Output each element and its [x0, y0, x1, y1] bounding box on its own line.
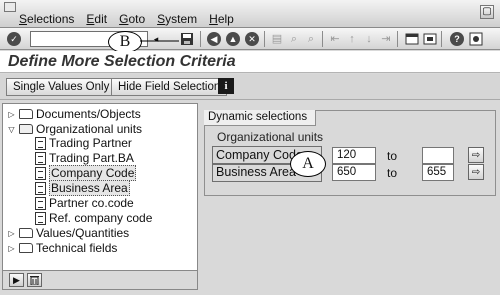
- document-icon: [35, 166, 46, 180]
- document-icon: [35, 211, 46, 225]
- business-area-label: Business Area: [216, 165, 296, 179]
- layout-menu-icon[interactable]: [468, 31, 484, 47]
- tree-node-org-units[interactable]: ▽ Organizational units: [7, 122, 142, 136]
- menu-selections[interactable]: Selections: [18, 12, 75, 26]
- to-label: to: [387, 166, 398, 180]
- tree-leaf-company-code[interactable]: Company Code: [35, 165, 137, 181]
- to-label: to: [387, 149, 398, 163]
- help-icon[interactable]: ?: [449, 31, 465, 47]
- multiple-selection-arrow-icon[interactable]: ⇨: [468, 164, 484, 180]
- delete-trash-icon[interactable]: [27, 273, 42, 287]
- next-page-icon[interactable]: ↓: [361, 31, 377, 47]
- document-icon: [35, 151, 46, 165]
- exit-icon[interactable]: ▲: [225, 31, 241, 47]
- enter-check-icon[interactable]: ✓: [6, 31, 22, 47]
- open-folder-icon: [19, 124, 33, 134]
- expand-icon[interactable]: ▷: [7, 244, 16, 253]
- hide-field-selection-button[interactable]: Hide Field Selection: [111, 78, 228, 96]
- transfer-arrow-icon[interactable]: ▶: [9, 273, 24, 287]
- callout-a: A: [290, 151, 326, 177]
- title-bar: Define More Selection Criteria: [0, 51, 500, 73]
- expand-icon[interactable]: ▷: [7, 110, 16, 119]
- tree-leaf-business-area[interactable]: Business Area: [35, 180, 130, 196]
- callout-b: B: [108, 31, 142, 53]
- menu-goto[interactable]: Goto: [118, 12, 146, 26]
- tree-node-documents[interactable]: ▷ Documents/Objects: [7, 107, 140, 121]
- info-icon[interactable]: i: [218, 78, 234, 94]
- folder-icon: [19, 109, 33, 119]
- business-area-to-input[interactable]: 655: [422, 164, 454, 181]
- first-page-icon[interactable]: ⇤: [327, 31, 343, 47]
- document-icon: [35, 136, 46, 150]
- tree-node-values-quantities[interactable]: ▷ Values/Quantities: [7, 226, 129, 240]
- save-icon[interactable]: [179, 31, 195, 47]
- menu-edit[interactable]: Edit: [85, 12, 108, 26]
- find-icon[interactable]: ⌕: [286, 31, 302, 47]
- folder-icon: [19, 228, 33, 238]
- tree-leaf-ref-company-code[interactable]: Ref. company code: [35, 211, 152, 225]
- single-values-only-button[interactable]: Single Values Only: [6, 78, 117, 96]
- menu-system[interactable]: System: [156, 12, 198, 26]
- tree-leaf-trading-part-ba[interactable]: Trading Part.BA: [35, 151, 134, 165]
- expand-icon[interactable]: ▷: [7, 229, 16, 238]
- document-icon: [35, 181, 46, 195]
- application-toolbar: Single Values Only Hide Field Selection …: [0, 74, 500, 100]
- company-code-to-input[interactable]: [422, 147, 454, 164]
- window-control-icon[interactable]: ▢: [480, 5, 494, 19]
- tree-node-technical-fields[interactable]: ▷ Technical fields: [7, 241, 117, 255]
- shortcut-icon[interactable]: [422, 31, 438, 47]
- field-tree-panel: ▷ Documents/Objects ▽ Organizational uni…: [2, 103, 198, 290]
- document-icon: [35, 196, 46, 210]
- menu-help[interactable]: Help: [208, 12, 235, 26]
- business-area-row: Business Area 650 to 655 ⇨: [212, 163, 492, 183]
- tree-leaf-trading-partner[interactable]: Trading Partner: [35, 136, 132, 150]
- dynamic-selections-tab[interactable]: Dynamic selections: [204, 110, 317, 126]
- callout-b-pointer: [140, 40, 179, 42]
- previous-page-icon[interactable]: ↑: [344, 31, 360, 47]
- business-area-from-input[interactable]: 650: [332, 164, 376, 181]
- find-next-icon[interactable]: ⌕: [303, 31, 319, 47]
- tree-leaf-partner-co-code[interactable]: Partner co.code: [35, 196, 134, 210]
- multiple-selection-arrow-icon[interactable]: ⇨: [468, 147, 484, 163]
- last-page-icon[interactable]: ⇥: [378, 31, 394, 47]
- group-label: Organizational units: [217, 130, 324, 144]
- company-code-from-input[interactable]: 120: [332, 147, 376, 164]
- tree-footer: ▶: [3, 270, 197, 289]
- window-system-icon[interactable]: [4, 2, 16, 12]
- cancel-icon[interactable]: ✕: [244, 31, 260, 47]
- new-session-icon[interactable]: [404, 31, 420, 47]
- menu-bar: Selections Edit Goto System Help ▢: [0, 0, 500, 28]
- folder-icon: [19, 243, 33, 253]
- print-icon[interactable]: ▤: [269, 31, 285, 47]
- back-icon[interactable]: ◀: [206, 31, 222, 47]
- standard-toolbar: ✓ ◂ ◀ ▲ ✕ ▤ ⌕ ⌕ ⇤ ↑ ↓ ⇥ ?: [0, 28, 500, 50]
- collapse-icon[interactable]: ▽: [7, 125, 16, 134]
- menu: Selections Edit Goto System Help: [18, 12, 235, 26]
- page-title: Define More Selection Criteria: [8, 53, 236, 70]
